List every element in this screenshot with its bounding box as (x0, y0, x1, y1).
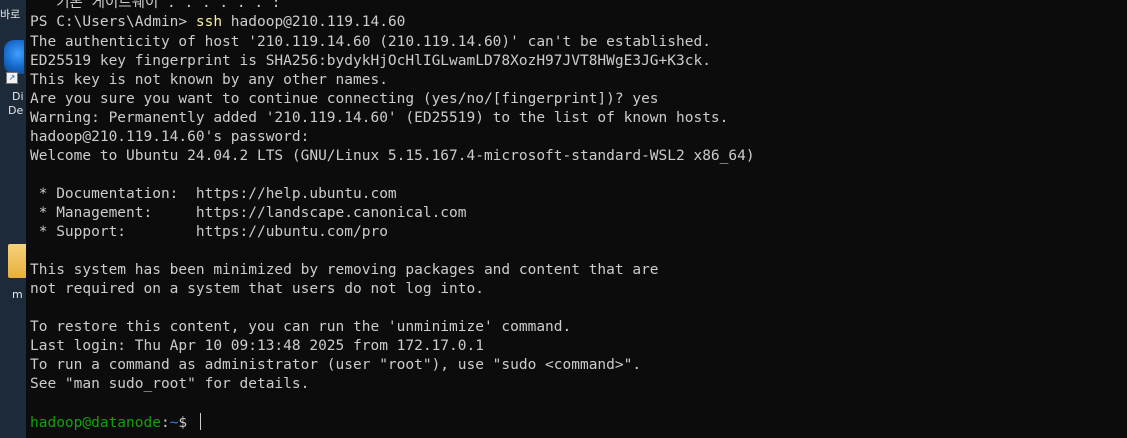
terminal-line: To restore this content, you can run the… (30, 319, 572, 335)
command-name: ssh (195, 14, 223, 30)
terminal-line: 기본 게이트웨이 . . . . . . : (30, 0, 281, 11)
desktop-icon-label: De (8, 104, 24, 117)
terminal-line: The authenticity of host '210.119.14.60 … (30, 34, 711, 50)
terminal-line: This key is not known by any other names… (30, 72, 388, 88)
text-cursor (199, 413, 201, 430)
terminal-line: Are you sure you want to continue connec… (30, 91, 659, 107)
shell-prompt-line[interactable]: hadoop@datanode:~$ (30, 413, 201, 432)
terminal-window[interactable]: 기본 게이트웨이 . . . . . . : PS C:\Users\Admin… (26, 0, 1127, 438)
command-args: hadoop@210.119.14.60 (222, 14, 406, 30)
folder-icon[interactable] (8, 244, 26, 278)
terminal-line: Welcome to Ubuntu 24.04.2 LTS (GNU/Linux… (30, 148, 755, 164)
terminal-line: To run a command as administrator (user … (30, 357, 642, 373)
terminal-line: hadoop@210.119.14.60's password: (30, 129, 310, 145)
terminal-line: Last login: Thu Apr 10 09:13:48 2025 fro… (30, 338, 484, 354)
terminal-line: not required on a system that users do n… (30, 281, 484, 297)
ssh-command-line: PS C:\Users\Admin> ssh hadoop@210.119.14… (30, 13, 405, 32)
terminal-line: * Support: https://ubuntu.com/pro (30, 224, 388, 240)
powershell-prompt: PS C:\Users\Admin> (30, 14, 196, 30)
terminal-line: ED25519 key fingerprint is SHA256:bydykH… (30, 53, 711, 69)
desktop-icon-label: Di (12, 90, 24, 103)
prompt-symbol: $ (178, 415, 196, 431)
prompt-separator: : (160, 415, 170, 431)
terminal-line: This system has been minimized by removi… (30, 262, 659, 278)
terminal-line: * Documentation: https://help.ubuntu.com (30, 186, 397, 202)
shortcut-arrow-icon: ↗ (6, 72, 18, 84)
app-shortcut-icon[interactable] (4, 40, 24, 74)
desktop-icon-label: 바로 (0, 8, 21, 21)
prompt-user-host: hadoop@datanode (30, 415, 161, 431)
desktop-icon-label: m (12, 288, 23, 301)
desktop-background: 바로 ↗ Di De m (0, 0, 26, 438)
terminal-line: * Management: https://landscape.canonica… (30, 205, 467, 221)
terminal-line: See "man sudo_root" for details. (30, 376, 310, 392)
terminal-line: Warning: Permanently added '210.119.14.6… (30, 110, 729, 126)
screen: 바로 ↗ Di De m 기본 게이트웨이 . . . . . . : PS C… (0, 0, 1127, 438)
